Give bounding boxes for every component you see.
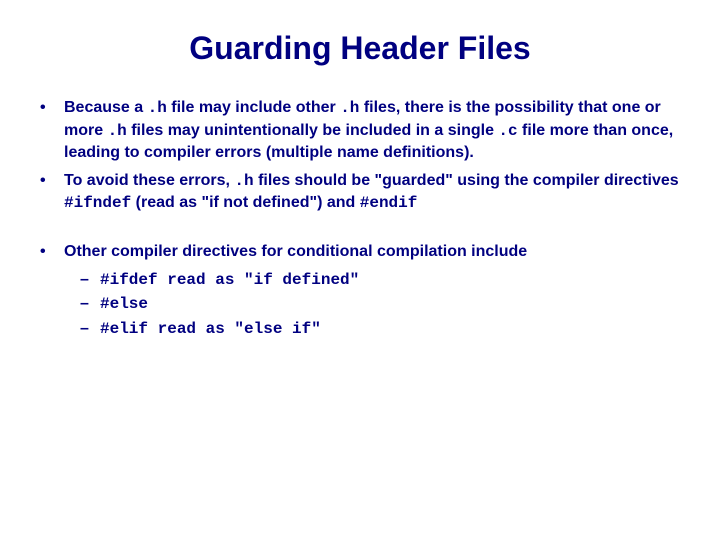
code-frag: #endif (360, 194, 418, 212)
code-frag: .h (148, 99, 167, 117)
text-frag: To avoid these errors, (64, 172, 234, 189)
code-frag: #ifdef (100, 271, 158, 289)
slide: Guarding Header Files • Because a .h fil… (0, 0, 720, 362)
sub-mark: – (80, 318, 100, 341)
sub-text: #elif read as "else if" (100, 318, 680, 341)
text-frag: read as "else if" (148, 320, 321, 338)
sub-bullet-1: – #ifdef read as "if defined" (80, 269, 680, 292)
text-frag: (read as "if not defined") and (131, 194, 360, 211)
text-frag: read as "if defined" (158, 271, 360, 289)
text-frag: Because a (64, 99, 148, 116)
code-frag: .c (498, 122, 517, 140)
bullet-text: Because a .h file may include other .h f… (64, 97, 680, 164)
text-frag: files may unintentionally be included in… (127, 122, 499, 139)
bullet-3: • Other compiler directives for conditio… (40, 241, 680, 263)
sub-bullet-2: – #else (80, 293, 680, 316)
code-frag: #ifndef (64, 194, 131, 212)
bullet-1: • Because a .h file may include other .h… (40, 97, 680, 164)
bullet-mark: • (40, 170, 64, 215)
bullet-mark: • (40, 241, 64, 263)
sub-bullet-3: – #elif read as "else if" (80, 318, 680, 341)
bullet-mark: • (40, 97, 64, 164)
code-frag: #else (100, 295, 148, 313)
slide-title: Guarding Header Files (40, 30, 680, 67)
sub-text: #else (100, 293, 680, 316)
code-frag: .h (234, 172, 253, 190)
bullet-text: Other compiler directives for conditiona… (64, 241, 680, 263)
sub-mark: – (80, 293, 100, 316)
code-frag: .h (108, 122, 127, 140)
code-frag: .h (340, 99, 359, 117)
bullet-text: To avoid these errors, .h files should b… (64, 170, 680, 215)
spacing (40, 221, 680, 241)
sub-text: #ifdef read as "if defined" (100, 269, 680, 292)
bullet-2: • To avoid these errors, .h files should… (40, 170, 680, 215)
text-frag: files should be "guarded" using the comp… (254, 172, 679, 189)
sub-mark: – (80, 269, 100, 292)
bullet-list: • Because a .h file may include other .h… (40, 97, 680, 340)
text-frag: file may include other (167, 99, 340, 116)
code-frag: #elif (100, 320, 148, 338)
